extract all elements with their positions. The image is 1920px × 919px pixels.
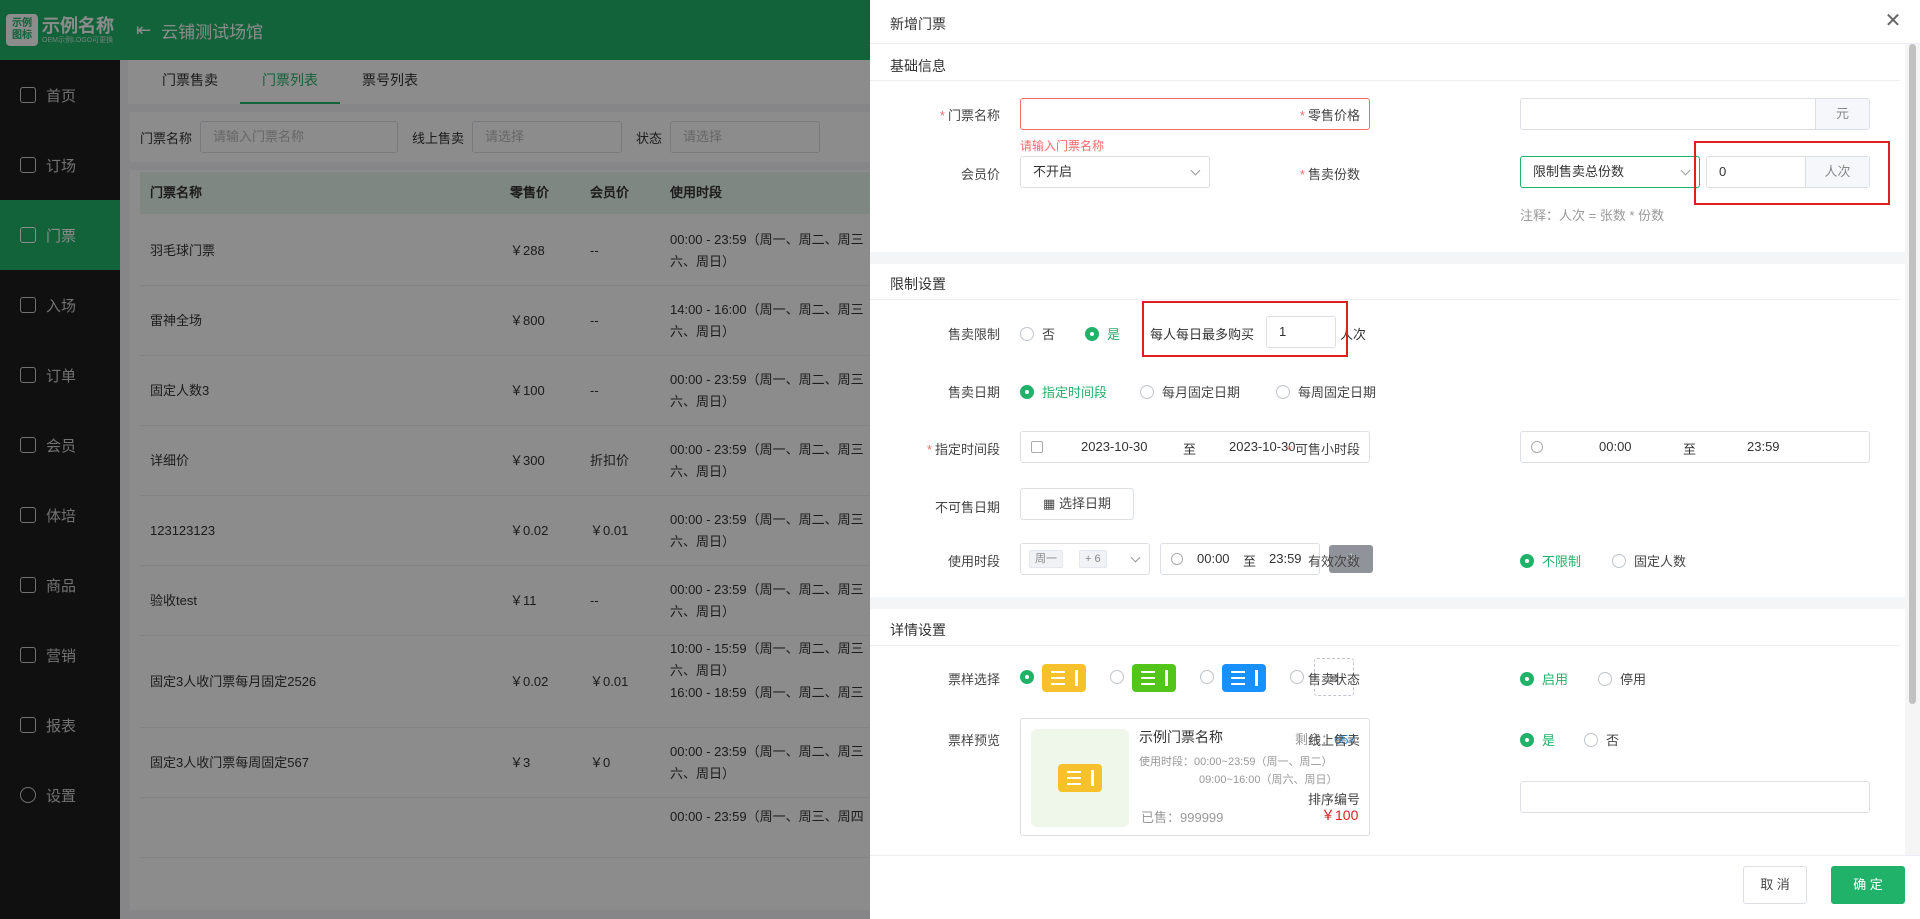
section-limit-title: 限制设置	[890, 276, 946, 292]
clock-icon	[1531, 441, 1543, 453]
unsale-date-label: 不可售日期	[934, 500, 1000, 515]
sale-count-mode-select[interactable]: 限制售卖总份数	[1520, 156, 1700, 188]
hours-start[interactable]: 00:00	[1599, 439, 1632, 454]
divider	[870, 299, 1900, 300]
chevron-down-icon	[1130, 552, 1141, 563]
drawer-scrollbar[interactable]	[1905, 44, 1920, 855]
status-on-radio[interactable]: 启用	[1520, 669, 1568, 688]
weekday-more-tag: + 6	[1079, 550, 1107, 568]
use-time-label: 使用时段	[947, 554, 1000, 569]
divider	[870, 80, 1900, 81]
hours-end[interactable]: 23:59	[1747, 439, 1780, 454]
preview-ticket-name: 示例门票名称	[1139, 729, 1223, 745]
sort-number-input[interactable]	[1520, 781, 1870, 813]
chevron-down-icon	[1680, 165, 1691, 176]
member-price-label: 会员价	[960, 167, 1000, 182]
date-option-weekly-radio[interactable]: 每周固定日期	[1276, 382, 1376, 401]
ticket-style-yellow-radio[interactable]	[1020, 670, 1034, 684]
ticket-style-label: 票样选择	[947, 672, 1000, 687]
member-price-select[interactable]: 不开启	[1020, 156, 1210, 188]
retail-price-unit: 元	[1815, 99, 1869, 129]
sale-date-label: 售卖日期	[947, 385, 1000, 400]
preview-time: 使用时段：00:00~23:59（周一、周二） 09:00~16:00（周六、周…	[1139, 756, 1338, 786]
highlight-box	[1142, 301, 1348, 357]
ticket-style-green-radio[interactable]	[1110, 670, 1124, 684]
valid-unlimited-radio[interactable]: 不限制	[1520, 551, 1581, 570]
section-detail-title: 详情设置	[890, 622, 946, 638]
scrollbar-thumb[interactable]	[1909, 44, 1916, 704]
preview-image	[1031, 729, 1129, 827]
valid-count-label: 有效次数	[1307, 554, 1360, 569]
ticket-yellow-icon	[1058, 764, 1102, 792]
hours-label: * 可售小时段	[1286, 442, 1360, 457]
status-off-radio[interactable]: 停用	[1598, 669, 1646, 688]
use-weekday-select[interactable]: 周一 + 6	[1020, 543, 1150, 575]
highlight-box	[1694, 141, 1890, 205]
online-yes-radio[interactable]: 是	[1520, 730, 1555, 749]
section-gap	[870, 597, 1905, 609]
period-label: * 指定时间段	[926, 442, 1000, 457]
ticket-yellow-icon[interactable]	[1042, 664, 1086, 692]
add-ticket-drawer: 新增门票 ✕ 基础信息 * 门票名称 请输入门票名称 * 零售价格 元 会员价 不开…	[870, 0, 1920, 919]
section-basic-title: 基础信息	[890, 58, 946, 74]
sale-limit-no-radio[interactable]: 否	[1020, 324, 1055, 343]
online-no-radio[interactable]: 否	[1584, 730, 1619, 749]
sale-count-note: 注释：人次 = 张数 * 份数	[1520, 208, 1665, 223]
sale-limit-label: 售卖限制	[947, 327, 1000, 342]
ticket-name-error: 请输入门票名称	[1020, 139, 1105, 153]
calendar-icon: ▦	[1043, 496, 1059, 511]
valid-fixed-radio[interactable]: 固定人数	[1612, 551, 1686, 570]
select-date-button[interactable]: ▦ 选择日期	[1020, 488, 1134, 520]
sale-limit-yes-radio[interactable]: 是	[1085, 324, 1120, 343]
sort-number-label: 排序编号	[1307, 792, 1360, 807]
divider	[870, 645, 1900, 646]
use-time-start[interactable]: 00:00	[1197, 551, 1230, 566]
section-gap	[870, 252, 1905, 264]
period-start[interactable]: 2023-10-30	[1081, 439, 1148, 454]
ticket-style-blue-radio[interactable]	[1200, 670, 1214, 684]
hours-separator: 至	[1683, 442, 1697, 457]
preview-sold: 已售：999999	[1141, 810, 1224, 825]
drawer-footer: 取 消 确 定	[870, 855, 1920, 919]
clock-icon	[1171, 553, 1183, 565]
preview-price: ￥100	[1321, 807, 1359, 823]
drawer-header	[870, 0, 1920, 44]
close-icon[interactable]: ✕	[1882, 10, 1904, 32]
ticket-name-label: * 门票名称	[939, 108, 1000, 123]
date-option-period-radio[interactable]: 指定时间段	[1020, 382, 1107, 401]
drawer-title: 新增门票	[890, 16, 946, 32]
hours-time-range[interactable]: 00:00 至 23:59	[1520, 431, 1870, 463]
retail-price-label: * 零售价格	[1299, 108, 1360, 123]
ticket-green-icon[interactable]	[1132, 664, 1176, 692]
period-separator: 至	[1183, 442, 1197, 457]
chevron-down-icon	[1190, 165, 1201, 176]
date-option-monthly-radio[interactable]: 每月固定日期	[1140, 382, 1240, 401]
sale-count-label: * 售卖份数	[1299, 167, 1360, 182]
ticket-preview-label: 票样预览	[947, 733, 1000, 748]
confirm-button[interactable]: 确 定	[1831, 866, 1905, 904]
sale-status-label: 售卖状态	[1307, 672, 1360, 687]
online-sale-label: 线上售卖	[1307, 733, 1360, 748]
cancel-button[interactable]: 取 消	[1743, 866, 1807, 904]
weekday-tag: 周一	[1029, 550, 1063, 568]
calendar-icon	[1031, 441, 1043, 453]
retail-price-input[interactable]: 元	[1520, 98, 1870, 130]
